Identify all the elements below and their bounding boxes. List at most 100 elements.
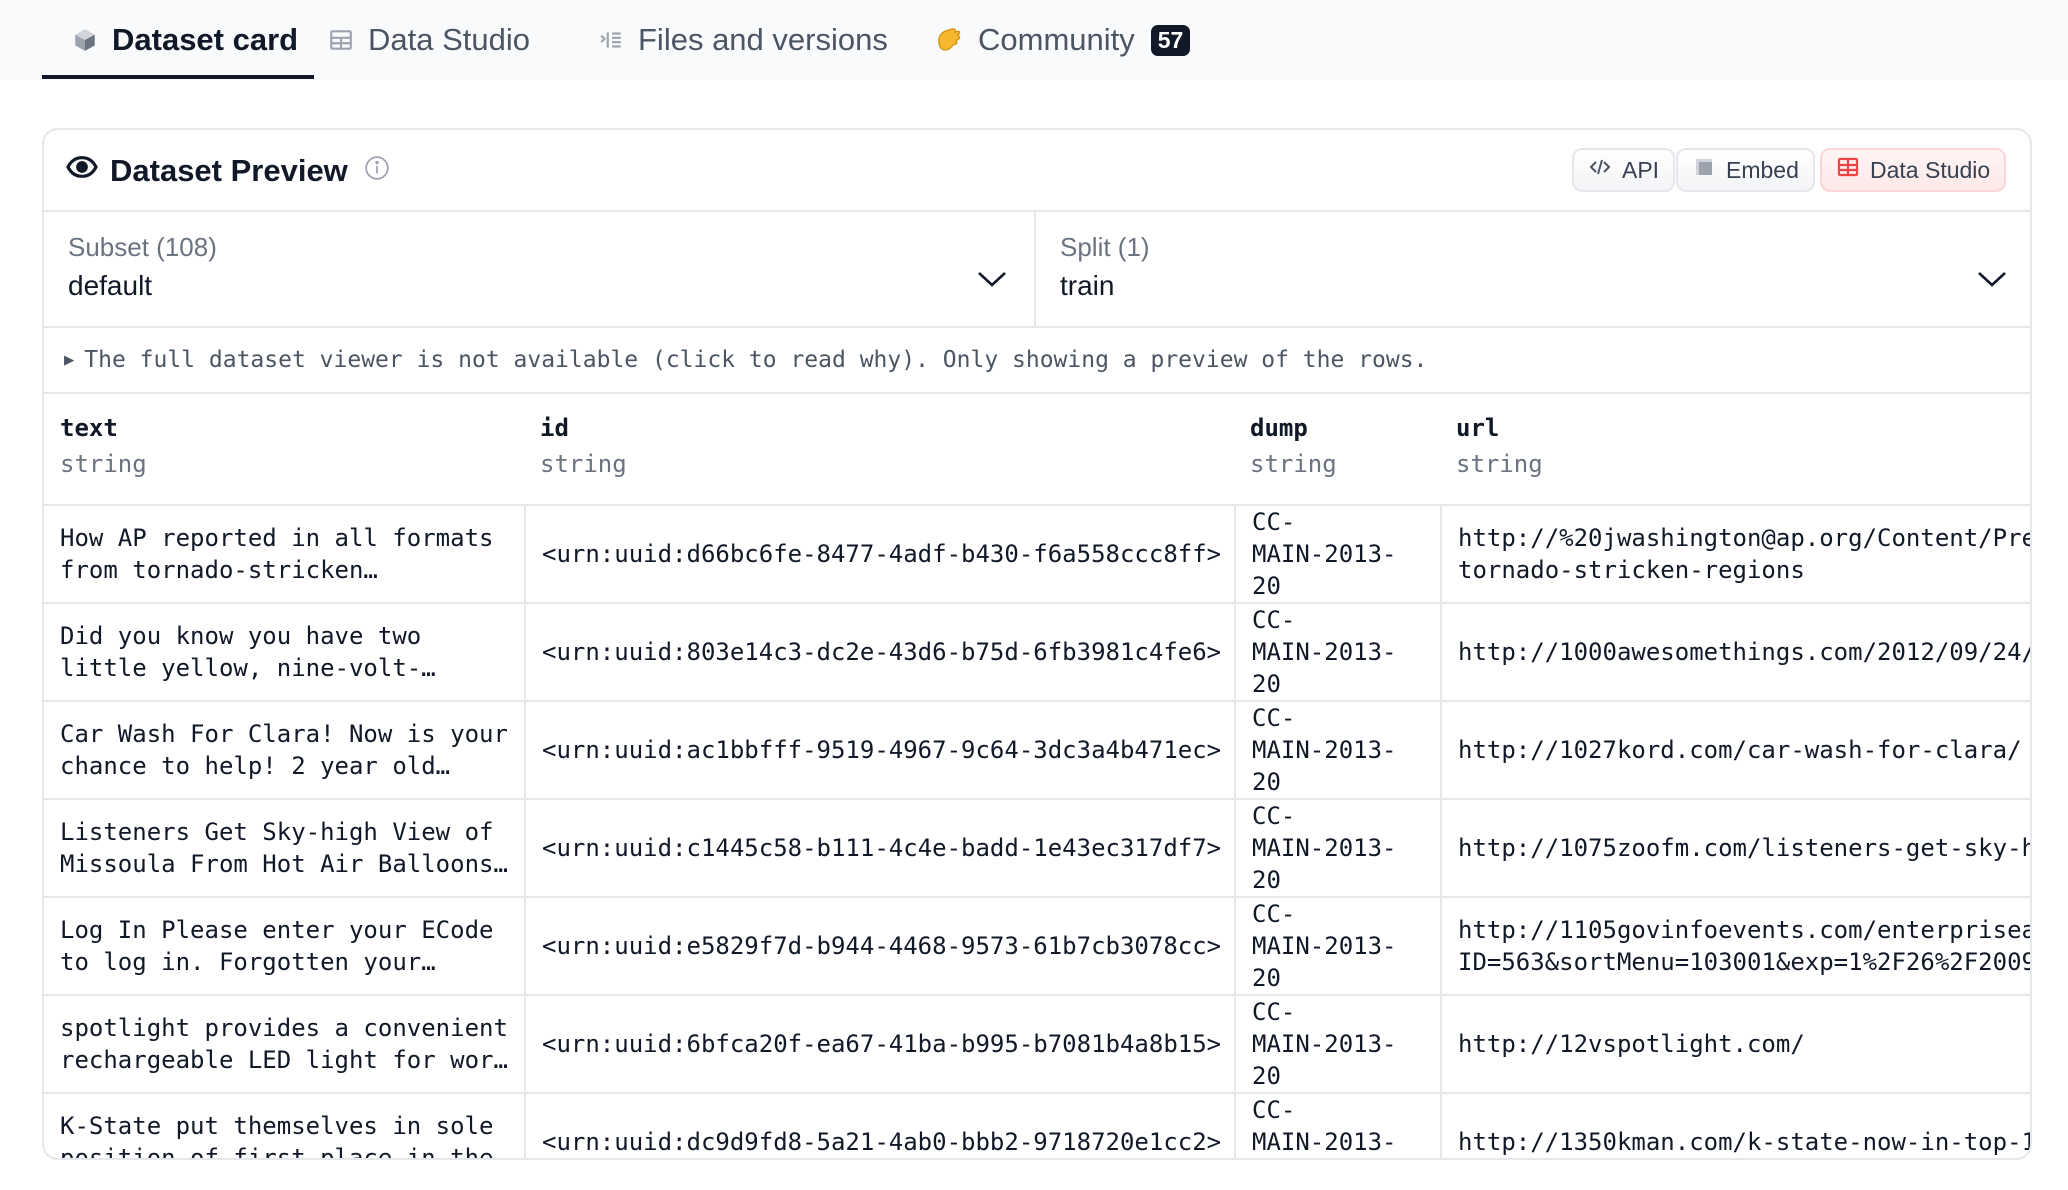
id-cell[interactable]: <urn:uuid:d66bc6fe-8477-4adf-b430-f6a558… [524, 506, 1234, 602]
column-header-id[interactable]: id string [524, 394, 1234, 506]
url-cell[interactable]: http://12vspotlight.com/ [1440, 996, 2030, 1092]
text-cell[interactable]: Log In Please enter your ECode to log in.… [44, 898, 524, 994]
column-header-url[interactable]: url string [1440, 394, 2030, 506]
text-line: Car Wash For Clara! Now is your [60, 720, 508, 748]
table-row[interactable]: Did you know you have two little yellow, … [44, 604, 2030, 702]
embed-button[interactable]: Embed [1676, 148, 1815, 192]
url-cell[interactable]: http://1105govinfoevents.com/enterprisea… [1440, 898, 2030, 994]
notice-text: The full dataset viewer is not available… [84, 347, 1428, 373]
text-cell[interactable]: K-State put themselves in sole position o… [44, 1094, 524, 1160]
column-type: string [1250, 450, 1337, 478]
column-name: dump [1250, 414, 1308, 442]
subset-split-selectors: Subset (108) default Split (1) train [44, 212, 2030, 328]
dump-line: MAIN-2013-20 [1252, 1128, 1397, 1156]
url-cell[interactable]: http://1350kman.com/k-state-now-in-top-1 [1440, 1094, 2030, 1158]
id-value: <urn:uuid:e5829f7d-b944-4468-9573-61b7cb… [542, 932, 1222, 960]
column-name: text [60, 414, 118, 442]
embed-button-label: Embed [1726, 156, 1799, 183]
split-value: train [1060, 270, 1115, 301]
text-line: Listeners Get Sky-high View of [60, 818, 494, 846]
text-line: position of first place in the… [60, 1144, 508, 1160]
url-cell[interactable]: http://1075zoofm.com/listeners-get-sky-h [1440, 800, 2030, 896]
text-cell[interactable]: Car Wash For Clara! Now is your chance to… [44, 702, 524, 798]
url-line: http://1075zoofm.com/listeners-get-sky-h [1458, 834, 2030, 862]
url-line: tornado-stricken-regions [1458, 556, 1805, 584]
subset-dropdown[interactable]: Subset (108) default [44, 212, 1036, 328]
info-icon[interactable] [364, 153, 390, 189]
dump-cell[interactable]: CC- MAIN-2013-20 [1234, 996, 1440, 1092]
code-icon [1588, 155, 1612, 185]
preview-title: Dataset Preview [110, 153, 348, 188]
id-value: <urn:uuid:dc9d9fd8-5a21-4ab0-bbb2-971872… [542, 1128, 1222, 1156]
dump-cell[interactable]: CC- MAIN-2013-20 [1234, 702, 1440, 798]
dataset-preview-card: Dataset Preview API Embed Data Studio Su… [42, 128, 2032, 1160]
api-button[interactable]: API [1572, 148, 1676, 192]
id-value: <urn:uuid:803e14c3-dc2e-43d6-b75d-6fb398… [542, 638, 1222, 666]
table-icon [328, 27, 354, 53]
id-value: <urn:uuid:ac1bbfff-9519-4967-9c64-3dc3a4… [542, 736, 1222, 764]
subset-value: default [68, 270, 153, 301]
text-line: K-State put themselves in sole [60, 1112, 494, 1140]
dump-line: CC- [1252, 606, 1296, 634]
text-cell[interactable]: How AP reported in all formats from torna… [44, 506, 524, 602]
text-cell[interactable]: Did you know you have two little yellow, … [44, 604, 524, 700]
dump-line: CC- [1252, 802, 1296, 830]
id-cell[interactable]: <urn:uuid:ac1bbfff-9519-4967-9c64-3dc3a4… [524, 702, 1234, 798]
tab-data-studio[interactable]: Data Studio [328, 0, 530, 80]
id-cell[interactable]: <urn:uuid:dc9d9fd8-5a21-4ab0-bbb2-971872… [524, 1094, 1234, 1158]
split-dropdown[interactable]: Split (1) train [1036, 212, 2030, 328]
chevron-down-icon [1976, 268, 2008, 295]
column-type: string [60, 450, 147, 478]
split-label: Split (1) [1060, 232, 1150, 262]
column-header-text[interactable]: text string [44, 394, 524, 506]
dump-cell[interactable]: CC- MAIN-2013-20 [1234, 506, 1440, 602]
column-name: id [540, 414, 569, 442]
id-value: <urn:uuid:6bfca20f-ea67-41ba-b995-b7081b… [542, 1030, 1222, 1058]
text-cell[interactable]: spotlight provides a convenient rechargea… [44, 996, 524, 1092]
url-line: http://1027kord.com/car-wash-for-clara/ [1458, 736, 2022, 764]
dump-line: CC- [1252, 900, 1296, 928]
text-line: Log In Please enter your ECode [60, 916, 494, 944]
dump-cell[interactable]: CC- MAIN-2013-20 [1234, 604, 1440, 700]
url-cell[interactable]: http://1000awesomethings.com/2012/09/24/ [1440, 604, 2030, 700]
tab-dataset-card[interactable]: Dataset card [72, 0, 298, 80]
files-icon [598, 27, 624, 53]
dump-line: CC- [1252, 508, 1296, 536]
table-row[interactable]: Log In Please enter your ECode to log in.… [44, 898, 2030, 996]
dump-line: MAIN-2013-20 [1252, 1030, 1397, 1090]
id-cell[interactable]: <urn:uuid:e5829f7d-b944-4468-9573-61b7cb… [524, 898, 1234, 994]
column-header-dump[interactable]: dump string [1234, 394, 1440, 506]
url-line: http://%20jwashington@ap.org/Content/Pre [1458, 524, 2030, 552]
id-cell[interactable]: <urn:uuid:803e14c3-dc2e-43d6-b75d-6fb398… [524, 604, 1234, 700]
table-row[interactable]: How AP reported in all formats from torna… [44, 506, 2030, 604]
preview-title-group: Dataset Preview [66, 130, 390, 212]
url-line: ID=563&sortMenu=103001&exp=1%2F26%2F2009 [1458, 948, 2030, 976]
url-cell[interactable]: http://1027kord.com/car-wash-for-clara/ [1440, 702, 2030, 798]
id-cell[interactable]: <urn:uuid:c1445c58-b111-4c4e-badd-1e43ec… [524, 800, 1234, 896]
table-header: text string id string dump string url st… [44, 394, 2030, 506]
dump-line: CC- [1252, 1096, 1296, 1124]
api-button-label: API [1622, 156, 1660, 183]
data-studio-button-label: Data Studio [1870, 156, 1991, 183]
text-line: to log in. Forgotten your… [60, 948, 436, 976]
table-row[interactable]: Listeners Get Sky-high View of Missoula F… [44, 800, 2030, 898]
url-line: http://1000awesomethings.com/2012/09/24/ [1458, 638, 2030, 666]
table-row[interactable]: K-State put themselves in sole position o… [44, 1094, 2030, 1160]
id-cell[interactable]: <urn:uuid:6bfca20f-ea67-41ba-b995-b7081b… [524, 996, 1234, 1092]
table-row[interactable]: Car Wash For Clara! Now is your chance to… [44, 702, 2030, 800]
tab-label: Data Studio [368, 22, 530, 57]
viewer-unavailable-notice[interactable]: ▶ The full dataset viewer is not availab… [44, 328, 2030, 394]
dump-cell[interactable]: CC- MAIN-2013-20 [1234, 898, 1440, 994]
text-line: Did you know you have two [60, 622, 422, 650]
tab-files-and-versions[interactable]: Files and versions [598, 0, 888, 80]
cube-icon [72, 27, 98, 53]
url-line: http://1105govinfoevents.com/enterprisea [1458, 916, 2030, 944]
url-cell[interactable]: http://%20jwashington@ap.org/Content/Pre… [1440, 506, 2030, 602]
data-studio-button[interactable]: Data Studio [1820, 148, 2007, 192]
dump-cell[interactable]: CC- MAIN-2013-20 [1234, 800, 1440, 896]
table-row[interactable]: spotlight provides a convenient rechargea… [44, 996, 2030, 1094]
dump-cell[interactable]: CC- MAIN-2013-20 [1234, 1094, 1440, 1158]
column-type: string [540, 450, 627, 478]
tab-community[interactable]: Community 57 [934, 0, 1191, 80]
text-cell[interactable]: Listeners Get Sky-high View of Missoula F… [44, 800, 524, 896]
